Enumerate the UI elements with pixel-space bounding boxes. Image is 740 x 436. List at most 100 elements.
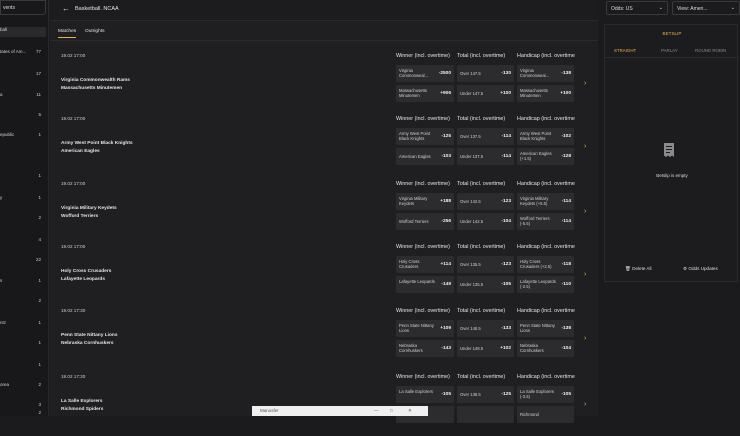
odds-cell[interactable]: Virginia Military Keydets +188	[396, 193, 454, 210]
chevron-right-icon[interactable]: ›	[584, 271, 586, 278]
odds-cell[interactable]: Under 142.5 -104	[457, 213, 514, 230]
odds-cell[interactable]: La Salle Explorers (-3.5) -105	[517, 386, 574, 403]
sidebar-item[interactable]: ntz 1	[0, 320, 46, 330]
sidebar-item[interactable]: 2	[0, 410, 46, 420]
odds-cell[interactable]: Over 142.5 -123	[457, 193, 514, 210]
sidebar-item[interactable]: 1	[0, 173, 46, 183]
home-team[interactable]: Army West Point Black Knights	[61, 141, 133, 146]
odds-cell[interactable]: Lafayette Leopards (-2.5) -110	[517, 276, 574, 293]
minimize-icon[interactable]: —	[374, 408, 379, 413]
odds-cell[interactable]: American Eagles -103	[396, 148, 454, 165]
sidebar-item[interactable]: ball	[0, 27, 46, 37]
odds-cell[interactable]: Under 148.5 +102	[457, 340, 514, 357]
away-team[interactable]: American Eagles	[61, 149, 100, 154]
sidebar-item[interactable]: 5	[0, 112, 46, 122]
tab-parlay[interactable]: PARLAY	[661, 48, 678, 53]
odds-cell[interactable]: Massachusetts Minutemen +100	[517, 85, 574, 102]
odds-cell[interactable]: Over 147.5 -130	[457, 65, 514, 82]
odds-cell[interactable]: American Eagles (+1.5) -128	[517, 148, 574, 165]
arrow-left-icon[interactable]: ←	[62, 4, 70, 13]
odds-cell[interactable]: Penn State Nittany Lions +109	[396, 320, 454, 337]
sidebar-item[interactable]: s1	[0, 278, 46, 288]
sidebar-events-header[interactable]: vents	[0, 0, 46, 15]
odds-cell[interactable]: Under 135.5 -105	[457, 276, 514, 293]
home-team[interactable]: Virginia Military Keydets	[61, 206, 117, 211]
sidebar-item[interactable]: 2	[0, 298, 46, 308]
odds-cell[interactable]: Lafayette Leopards -149	[396, 276, 454, 293]
odds-cell[interactable]: Holy Cross Crusaders +114	[396, 256, 454, 273]
taskbar-window[interactable]: Manosfer — □ ✕	[252, 406, 428, 416]
close-icon[interactable]: ✕	[408, 408, 412, 414]
home-team[interactable]: La Salle Explorers	[61, 399, 103, 404]
away-team[interactable]: Richmond Spiders	[61, 407, 103, 412]
odds-cell[interactable]: Virginia Commonweal... -2500	[396, 65, 454, 82]
sidebar-item[interactable]: a 11	[0, 92, 46, 102]
home-team[interactable]: Penn State Nittany Lions	[61, 333, 118, 338]
odds-cell[interactable]: Nebraska Cornhuskers -104	[517, 340, 574, 357]
odds-cell[interactable]: Penn State Nittany Lions -138	[517, 320, 574, 337]
odds-outcome-label: Over 142.5	[460, 199, 481, 204]
away-team[interactable]: Wofford Terriers	[61, 214, 98, 219]
odds-cell[interactable]: Nebraska Cornhuskers -143	[396, 340, 454, 357]
receipt-icon	[664, 143, 674, 157]
odds-cell[interactable]: Over 135.5 -123	[457, 256, 514, 273]
view-select[interactable]: View: Ameri... ⌄	[672, 1, 740, 15]
odds-value: -103	[441, 154, 451, 159]
odds-cell[interactable]: Richmond	[517, 406, 574, 423]
sidebar-item[interactable]: tates of Am... 77	[0, 49, 46, 59]
tab-outrights[interactable]: Outrights	[85, 29, 104, 34]
odds-cell[interactable]: Over 148.5 -133	[457, 320, 514, 337]
odds-cell[interactable]: Under 147.5 +100	[457, 85, 514, 102]
chevron-down-icon: ⌄	[730, 5, 735, 11]
odds-cell[interactable]	[457, 406, 514, 423]
tab-matches[interactable]: Matches	[58, 29, 77, 38]
chevron-right-icon[interactable]: ›	[584, 143, 586, 150]
chevron-right-icon[interactable]: ›	[584, 401, 586, 408]
away-team[interactable]: Lafayette Leopards	[61, 277, 105, 282]
sidebar-item-count: 3	[38, 402, 41, 407]
event-row: 19.02 17:00 Virginia Commonwealth Rams Mas…	[50, 53, 598, 115]
odds-cell[interactable]: Over 137.5 -114	[457, 128, 514, 145]
delete-all-button[interactable]: 🗑 Delete All	[625, 266, 652, 272]
maximize-icon[interactable]: □	[390, 408, 393, 413]
sidebar-item[interactable]: 2	[0, 215, 46, 225]
odds-cell[interactable]: Virginia Commonweal... -138	[517, 65, 574, 82]
sidebar-item[interactable]: epublic 1	[0, 132, 46, 142]
sidebar-item-label: y	[0, 195, 3, 200]
odds-updates-button[interactable]: ⚙ Odds Updates	[683, 266, 718, 272]
chevron-right-icon[interactable]: ›	[584, 335, 586, 342]
sidebar-item[interactable]: 22	[0, 257, 46, 267]
odds-format-select[interactable]: Odds: US ⌄	[606, 1, 668, 15]
odds-cell[interactable]: Under 137.5 -114	[457, 148, 514, 165]
sidebar-item[interactable]: 4	[0, 237, 46, 247]
home-team[interactable]: Holy Cross Crusaders	[61, 269, 111, 274]
away-team[interactable]: Massachusetts Minutemen	[61, 86, 122, 91]
chevron-right-icon[interactable]: ›	[584, 208, 586, 215]
odds-cell[interactable]: La Salle Explorers -105	[396, 386, 454, 403]
sidebar-item[interactable]: 1	[0, 362, 46, 372]
odds-value: -102	[561, 134, 571, 139]
odds-cell[interactable]: Army West Point Black Knights -125	[396, 128, 454, 145]
sidebar-item[interactable]: 17	[0, 71, 46, 81]
event-time: 19.02 17:00	[61, 181, 86, 186]
odds-cell[interactable]: Wofford Terriers (-5.5) -114	[517, 213, 574, 230]
odds-outcome-label: Virginia Military Keydets	[399, 196, 428, 206]
home-team[interactable]: Virginia Commonwealth Rams	[61, 78, 130, 83]
chevron-right-icon[interactable]: ›	[584, 80, 586, 87]
odds-outcome-label: Under 148.5	[460, 346, 484, 351]
away-team[interactable]: Nebraska Cornhuskers	[61, 341, 114, 346]
tab-straight[interactable]: STRAIGHT	[614, 48, 636, 53]
tab-round-robin[interactable]: ROUND ROBIN	[695, 48, 726, 53]
sidebar-item[interactable]: y1	[0, 195, 46, 205]
sidebar-item[interactable]: 1	[0, 340, 46, 350]
odds-cell[interactable]: Over 138.5 -125	[457, 386, 514, 403]
sidebar-item-count: 2	[38, 215, 41, 220]
odds-cell[interactable]: Virginia Military Keydets (+5.5) -114	[517, 193, 574, 210]
sidebar-item[interactable]: orea 2	[0, 382, 46, 392]
odds-cell[interactable]: Holy Cross Crusaders (+2.5) -118	[517, 256, 574, 273]
winner-column-header: Winner (incl. overtime)	[396, 116, 450, 122]
odds-cell[interactable]: Massachusetts Minutemen +906	[396, 85, 454, 102]
odds-cell[interactable]: Wofford Terriers -256	[396, 213, 454, 230]
sidebar-item-count: 1	[38, 195, 41, 200]
odds-cell[interactable]: Army West Point Black Knights -102	[517, 128, 574, 145]
